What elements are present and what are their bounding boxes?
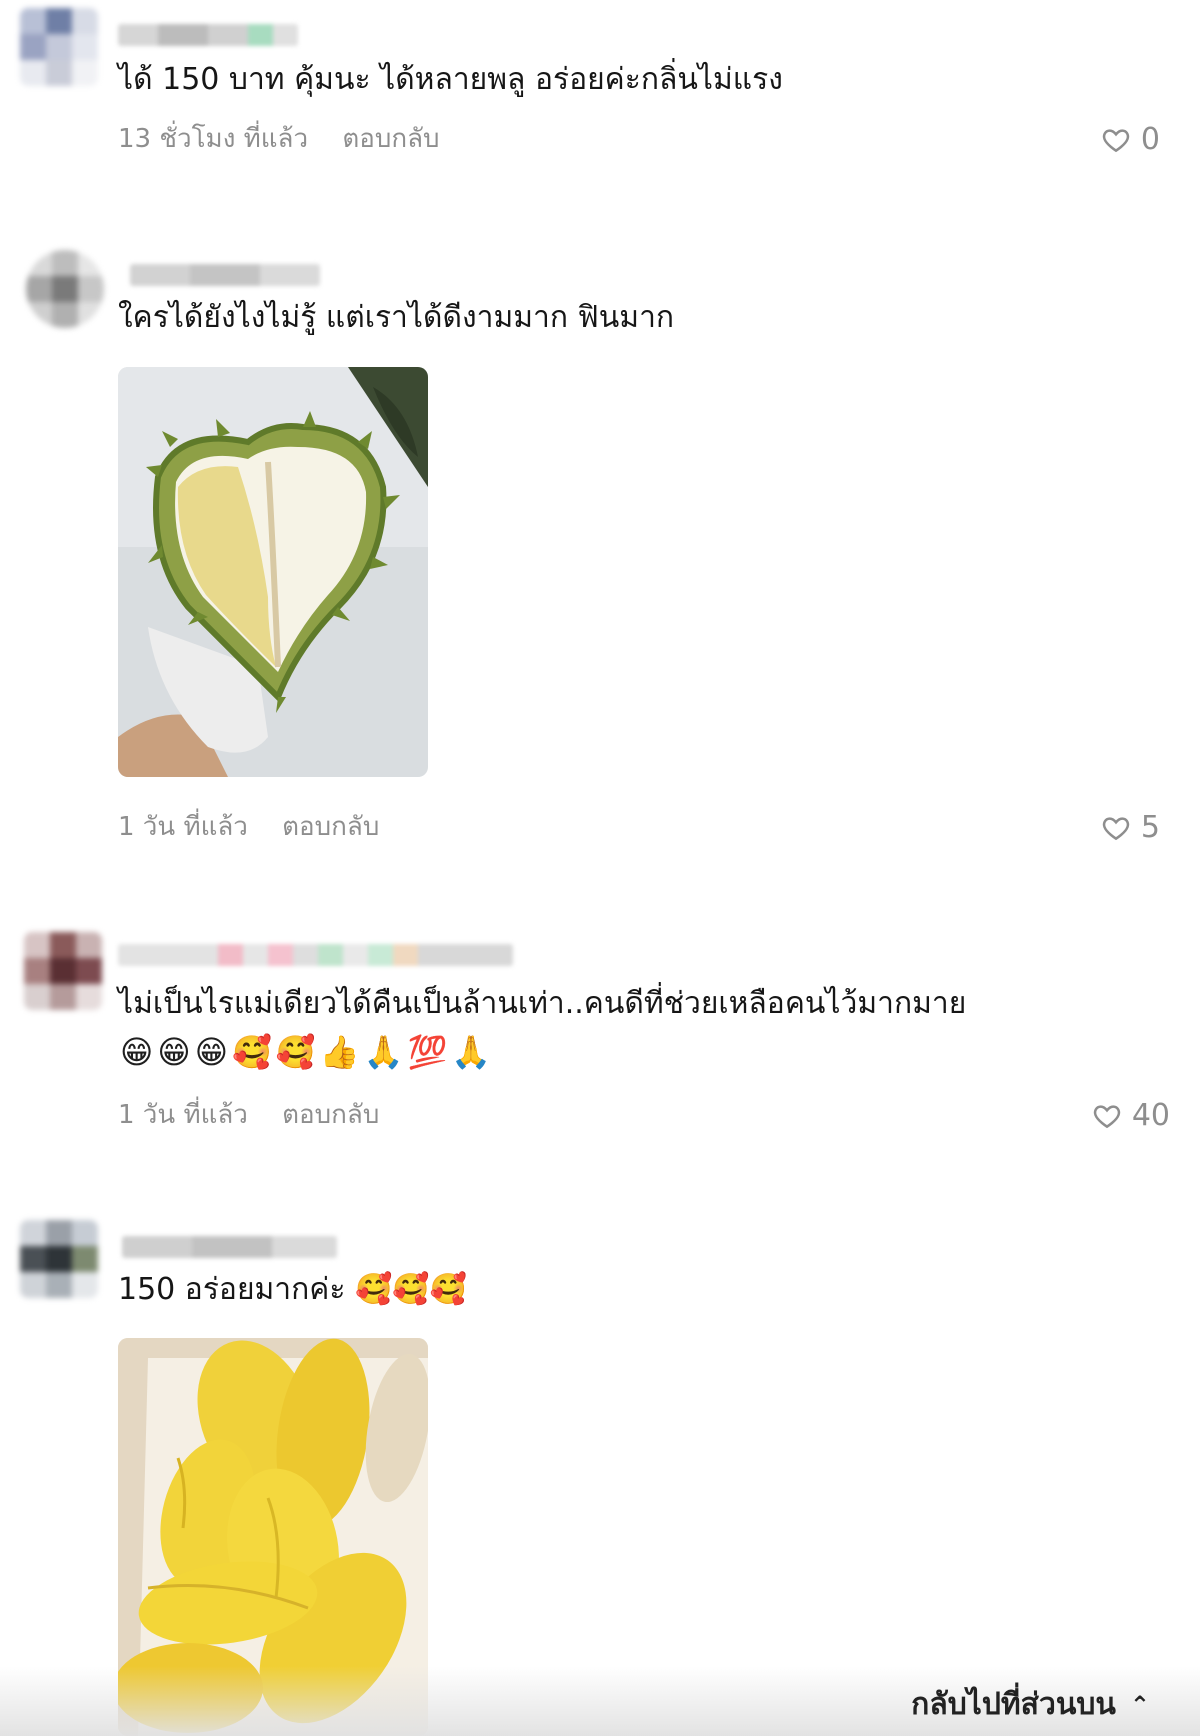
comment-meta: 1 วัน ที่แล้ว ตอบกลับ — [118, 806, 379, 847]
comment-text: ไม่เป็นไรแม่เดียวได้คืนเป็นล้านเท่า..คนด… — [118, 986, 967, 1021]
comment-text: ใครได้ยังไงไม่รู้ แต่เราได้ดีงามมาก ฟินม… — [118, 300, 675, 335]
like-count: 5 — [1140, 810, 1160, 845]
reply-button[interactable]: ตอบกลับ — [282, 812, 379, 842]
username-blurred[interactable] — [122, 1236, 337, 1258]
heart-outline-icon — [1102, 128, 1130, 152]
comment-time: 13 ชั่วโมง ที่แล้ว — [118, 124, 309, 154]
avatar[interactable] — [26, 250, 104, 328]
avatar[interactable] — [20, 8, 98, 86]
like-count: 0 — [1140, 122, 1160, 157]
comment-list: ได้ 150 บาท คุ้มนะ ได้หลายพลู อร่อยค่ะกล… — [0, 0, 1200, 1736]
comment-time: 1 วัน ที่แล้ว — [118, 1100, 248, 1130]
comment-text: ได้ 150 บาท คุ้มนะ ได้หลายพลู อร่อยค่ะกล… — [118, 62, 783, 97]
reply-button[interactable]: ตอบกลับ — [282, 1100, 379, 1130]
comment-meta: 13 ชั่วโมง ที่แล้ว ตอบกลับ — [118, 118, 440, 159]
like-count: 40 — [1131, 1098, 1170, 1133]
like-button[interactable]: 40 — [1092, 1098, 1170, 1133]
heart-outline-icon — [1102, 816, 1130, 840]
double-chevron-up-icon: ⌃ — [1129, 1690, 1150, 1719]
back-to-top-button[interactable]: กลับไปที่ส่วนบน ⌃ — [911, 1681, 1150, 1728]
emoji-row: 😁😁😁🥰🥰👍🙏💯🙏 — [120, 1033, 496, 1071]
heart-outline-icon — [1093, 1104, 1120, 1128]
comment-photo-durian-half[interactable] — [118, 367, 428, 777]
username-blurred[interactable] — [130, 264, 320, 286]
username-blurred[interactable] — [118, 24, 298, 46]
comment-time: 1 วัน ที่แล้ว — [118, 812, 248, 842]
back-to-top-label: กลับไปที่ส่วนบน — [911, 1687, 1116, 1722]
avatar[interactable] — [24, 932, 102, 1010]
like-button[interactable]: 0 — [1101, 122, 1160, 157]
comment-meta: 1 วัน ที่แล้ว ตอบกลับ — [118, 1094, 379, 1135]
comment-text: 150 อร่อยมากค่ะ 🥰🥰🥰 — [118, 1272, 468, 1307]
username-blurred[interactable] — [118, 944, 513, 966]
avatar[interactable] — [20, 1220, 98, 1298]
reply-button[interactable]: ตอบกลับ — [342, 124, 439, 154]
like-button[interactable]: 5 — [1101, 810, 1160, 845]
